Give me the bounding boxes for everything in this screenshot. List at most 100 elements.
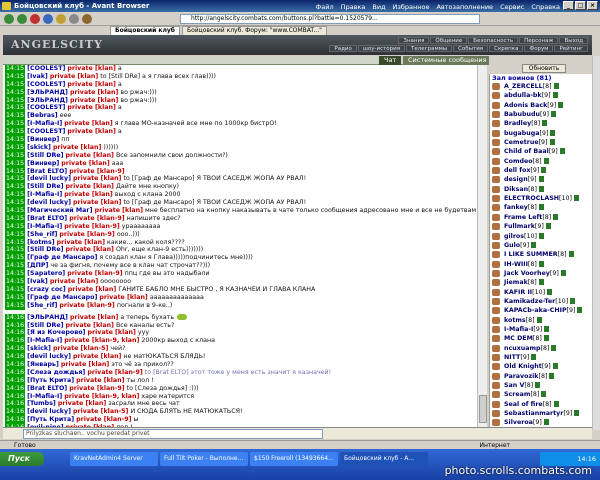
user-nick[interactable]: Sebastianmartyr	[504, 410, 563, 417]
site-nav-item[interactable]: Безопасность	[468, 37, 519, 44]
message-author[interactable]: [Магический Маг]	[27, 207, 92, 214]
minimize-button[interactable]: _	[563, 1, 574, 10]
user-list-item[interactable]: abdulla-bk[9]	[490, 91, 592, 100]
message-private-tag[interactable]: private [klan]	[67, 81, 115, 88]
message-private-tag[interactable]: private [klan]	[64, 191, 112, 198]
message-private-tag[interactable]: private [klan-5]	[73, 408, 128, 415]
message-private-tag[interactable]: private [klan-9]	[64, 223, 119, 230]
site-nav-item[interactable]: Знания	[398, 37, 430, 44]
user-list-item[interactable]: Cemetrue[9]	[490, 138, 592, 147]
taskbar-task[interactable]: KravNetAdmin4 Server	[70, 452, 158, 466]
message-private-tag[interactable]: private [klan-9]	[87, 369, 142, 376]
message-private-tag[interactable]: private [klan]	[70, 89, 118, 96]
user-list-item[interactable]: KAPACb-aka-CHIP[9]	[490, 306, 592, 315]
info-icon[interactable]	[552, 363, 558, 370]
user-nick[interactable]: ncuxuamp	[504, 345, 541, 352]
message-author[interactable]: [Ivak]	[27, 73, 48, 80]
message-private-tag[interactable]: private [klan-9]	[69, 168, 124, 175]
user-list-item[interactable]: Silveroa[9]	[490, 418, 592, 427]
close-button[interactable]: ×	[587, 1, 598, 10]
message-author[interactable]: [COOLEST]	[27, 104, 65, 111]
info-icon[interactable]	[538, 232, 544, 239]
message-private-tag[interactable]: private [klan]	[66, 183, 114, 190]
user-nick[interactable]: abdulla-bk	[504, 92, 542, 99]
message-private-tag[interactable]: private [klan-9]	[69, 385, 124, 392]
chat-scrollbar[interactable]	[477, 65, 487, 427]
user-nick[interactable]: Silveroa	[504, 419, 533, 426]
site-nav-item[interactable]: Персонаж	[519, 37, 559, 44]
info-icon[interactable]	[553, 400, 559, 407]
info-icon[interactable]	[531, 353, 537, 360]
user-list-item[interactable]: ELECTROCLASH[10]	[490, 194, 592, 203]
info-icon[interactable]	[560, 269, 566, 276]
message-author[interactable]: [Винвер]	[27, 136, 59, 143]
user-nick[interactable]: Fullmark	[504, 223, 535, 230]
site-nav-item[interactable]: Форум	[524, 45, 554, 52]
user-nick[interactable]: fankey	[504, 204, 528, 211]
message-author[interactable]: [crazy coc]	[27, 286, 66, 293]
info-icon[interactable]	[535, 382, 541, 388]
message-private-tag[interactable]: private [klan-9]	[76, 416, 131, 423]
message-private-tag[interactable]: private [klan]	[76, 377, 124, 384]
message-private-tag[interactable]: private [klan]	[50, 73, 98, 80]
user-list-item[interactable]: Child of Baal[9]	[490, 147, 592, 156]
info-icon[interactable]	[538, 260, 544, 267]
info-icon[interactable]	[538, 279, 544, 286]
user-nick[interactable]: I LIKE SUMMER	[504, 251, 558, 258]
user-nick[interactable]: Diksan	[504, 186, 528, 193]
start-button[interactable]: Пуск	[0, 452, 44, 466]
site-nav-item[interactable]: шоу-история	[357, 45, 406, 52]
refresh-icon[interactable]	[43, 14, 53, 24]
user-nick[interactable]: Scream	[504, 391, 530, 398]
message-author[interactable]: [Still DRe]	[27, 183, 63, 190]
refresh-button[interactable]: Обновить	[522, 64, 566, 73]
user-nick[interactable]: Old Knight	[504, 363, 542, 370]
info-icon[interactable]	[558, 101, 564, 108]
message-private-tag[interactable]: private [klan-9, klan]	[64, 393, 139, 400]
user-nick[interactable]: Comdeo	[504, 158, 533, 165]
site-nav-item[interactable]: Общение	[430, 37, 468, 44]
info-icon[interactable]	[541, 391, 547, 398]
user-list-item[interactable]: KAFIR II[10]	[490, 288, 592, 297]
message-author[interactable]: [kotms]	[27, 239, 54, 246]
user-nick[interactable]: Adonis Back	[504, 102, 547, 109]
info-icon[interactable]	[543, 157, 549, 164]
user-list-item[interactable]: Kamikadze-Ter[10]	[490, 297, 592, 306]
user-nick[interactable]: NITT	[504, 354, 520, 361]
user-nick[interactable]: Babubudu	[504, 111, 540, 118]
message-author[interactable]: [Слеза дождья]	[27, 369, 85, 376]
user-list-item[interactable]: Scream[8]	[490, 390, 592, 399]
tab-system-messages[interactable]: Системные сообщения	[403, 56, 492, 65]
info-icon[interactable]	[550, 111, 556, 118]
taskbar-task[interactable]: $150 Freeroll (13493664...	[250, 452, 338, 466]
user-list-item[interactable]: I-Mafia-I[9]	[490, 325, 592, 334]
message-private-tag[interactable]: private [klan]	[57, 239, 105, 246]
info-icon[interactable]	[531, 241, 537, 248]
user-list-item[interactable]: Fullmark[9]	[490, 222, 592, 231]
info-icon[interactable]	[549, 139, 555, 146]
message-author[interactable]: [I-Mafia-I]	[27, 120, 62, 127]
message-author[interactable]: [Still DRe]	[27, 152, 63, 159]
info-icon[interactable]	[543, 335, 549, 342]
info-icon[interactable]	[542, 120, 548, 127]
tab-chat[interactable]: Чат	[379, 56, 402, 65]
message-private-tag[interactable]: private [klan]	[58, 400, 106, 407]
message-private-tag[interactable]: private [klan]	[61, 361, 109, 368]
message-private-tag[interactable]: private [klan]	[99, 294, 147, 301]
message-private-tag[interactable]: private [klan]	[66, 322, 114, 329]
info-icon[interactable]	[552, 92, 558, 99]
message-private-tag[interactable]: private [klan-9]	[59, 302, 114, 309]
info-icon[interactable]	[538, 204, 544, 211]
info-icon[interactable]	[551, 344, 557, 351]
scroll-thumb[interactable]	[479, 395, 487, 423]
message-author[interactable]: [Путь Крита]	[27, 416, 74, 423]
message-private-tag[interactable]: private [klan-9]	[59, 231, 114, 238]
message-private-tag[interactable]: private [klan]	[68, 286, 116, 293]
message-author[interactable]: [She_rif]	[27, 231, 57, 238]
user-nick[interactable]: Kamikadze-Ter	[504, 298, 555, 305]
user-nick[interactable]: Gulo	[504, 242, 520, 249]
user-list-item[interactable]: design[9]	[490, 175, 592, 184]
message-author[interactable]: [Still DRe]	[27, 322, 63, 329]
user-list-item[interactable]: I LIKE SUMMER[8]	[490, 250, 592, 259]
message-author[interactable]: [devil lucky]	[27, 353, 71, 360]
